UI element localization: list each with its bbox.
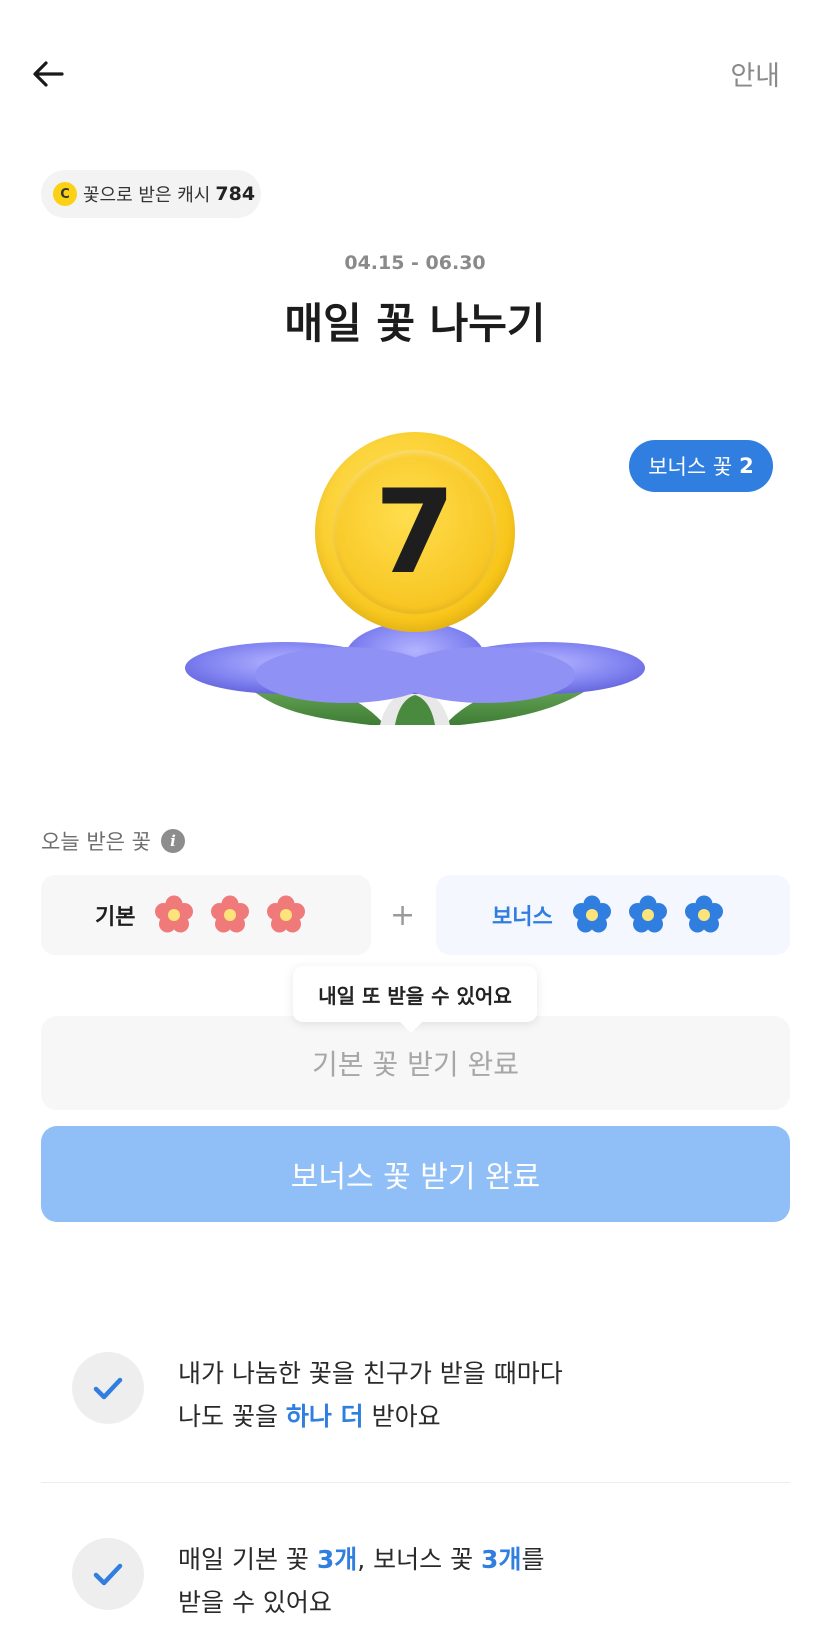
divider bbox=[41, 1482, 790, 1483]
cash-chip[interactable]: C 꽃으로 받은 캐시 784 bbox=[41, 170, 261, 218]
page-title: 매일 꽃 나누기 bbox=[284, 299, 546, 348]
feature-highlight: 하나 더 bbox=[285, 1402, 364, 1431]
basic-flower-icon bbox=[267, 895, 306, 933]
tomorrow-tooltip: 내일 또 받을 수 있어요 bbox=[293, 966, 537, 1033]
feature-item: 매일 기본 꽃 3개, 보너스 꽃 3개를 받을 수 있어요 bbox=[72, 1538, 762, 1624]
check-badge bbox=[72, 1538, 144, 1610]
feature-text-part: 를 bbox=[521, 1545, 545, 1574]
top-bar: 안내 bbox=[0, 0, 830, 140]
feature-item: 내가 나눔한 꽃을 친구가 받을 때마다 나도 꽃을 하나 더 받아요 bbox=[72, 1352, 762, 1438]
feature-line: 받을 수 있어요 bbox=[178, 1588, 332, 1617]
guide-link[interactable]: 안내 bbox=[730, 54, 780, 93]
bonus-flowers-card: 보너스 bbox=[436, 875, 790, 955]
flower-count-coin: 7 bbox=[315, 432, 515, 632]
feature-text-part: 받아요 bbox=[363, 1402, 441, 1431]
today-flowers-label: 오늘 받은 꽃 i bbox=[41, 826, 185, 856]
info-icon[interactable]: i bbox=[160, 829, 185, 853]
feature-line: 내가 나눔한 꽃을 친구가 받을 때마다 bbox=[178, 1359, 563, 1388]
feature-highlight: 3개 bbox=[316, 1545, 358, 1574]
check-icon bbox=[93, 1377, 123, 1400]
bonus-flower-badge: 보너스 꽃 2 bbox=[629, 440, 773, 492]
check-icon bbox=[93, 1563, 123, 1586]
feature-highlight: 3개 bbox=[481, 1545, 522, 1574]
feature-text-part: , 보너스 꽃 bbox=[357, 1545, 482, 1574]
basic-flowers-card: 기본 bbox=[41, 875, 371, 955]
bonus-badge-label: 보너스 꽃 bbox=[648, 455, 733, 479]
feature-line: 나도 꽃을 하나 더 받아요 bbox=[178, 1395, 563, 1438]
feature-text-part: 매일 기본 꽃 bbox=[178, 1545, 317, 1574]
coin-number: 7 bbox=[374, 464, 456, 600]
bonus-flower-icon bbox=[684, 895, 723, 933]
bonus-flower-icon bbox=[628, 895, 667, 933]
bonus-flower-icon bbox=[572, 895, 611, 933]
cash-label: 꽃으로 받은 캐시 bbox=[83, 185, 211, 206]
plus-sign: + bbox=[390, 898, 416, 933]
feature-line: 매일 기본 꽃 3개, 보너스 꽃 3개를 bbox=[178, 1538, 544, 1581]
feature-text: 매일 기본 꽃 3개, 보너스 꽃 3개를 받을 수 있어요 bbox=[178, 1538, 544, 1624]
basic-flowers-title: 기본 bbox=[95, 905, 136, 930]
back-button[interactable] bbox=[28, 52, 72, 96]
hero-illustration: 7 bbox=[180, 420, 650, 760]
basic-flower-icon bbox=[155, 895, 194, 933]
arrow-left-icon bbox=[33, 61, 64, 87]
bonus-badge-count: 2 bbox=[739, 454, 754, 478]
cash-coin-icon: C bbox=[53, 182, 77, 206]
event-period: 04.15 - 06.30 bbox=[344, 252, 486, 274]
bonus-flowers-title: 보너스 bbox=[492, 905, 553, 930]
feature-text: 내가 나눔한 꽃을 친구가 받을 때마다 나도 꽃을 하나 더 받아요 bbox=[178, 1352, 563, 1438]
today-label-text: 오늘 받은 꽃 bbox=[41, 830, 151, 854]
cash-value: 784 bbox=[215, 183, 256, 205]
basic-flower-icon bbox=[211, 895, 250, 933]
feature-text-part: 나도 꽃을 bbox=[178, 1402, 286, 1431]
check-badge bbox=[72, 1352, 144, 1424]
bonus-flower-done-button[interactable]: 보너스 꽃 받기 완료 bbox=[41, 1126, 790, 1222]
